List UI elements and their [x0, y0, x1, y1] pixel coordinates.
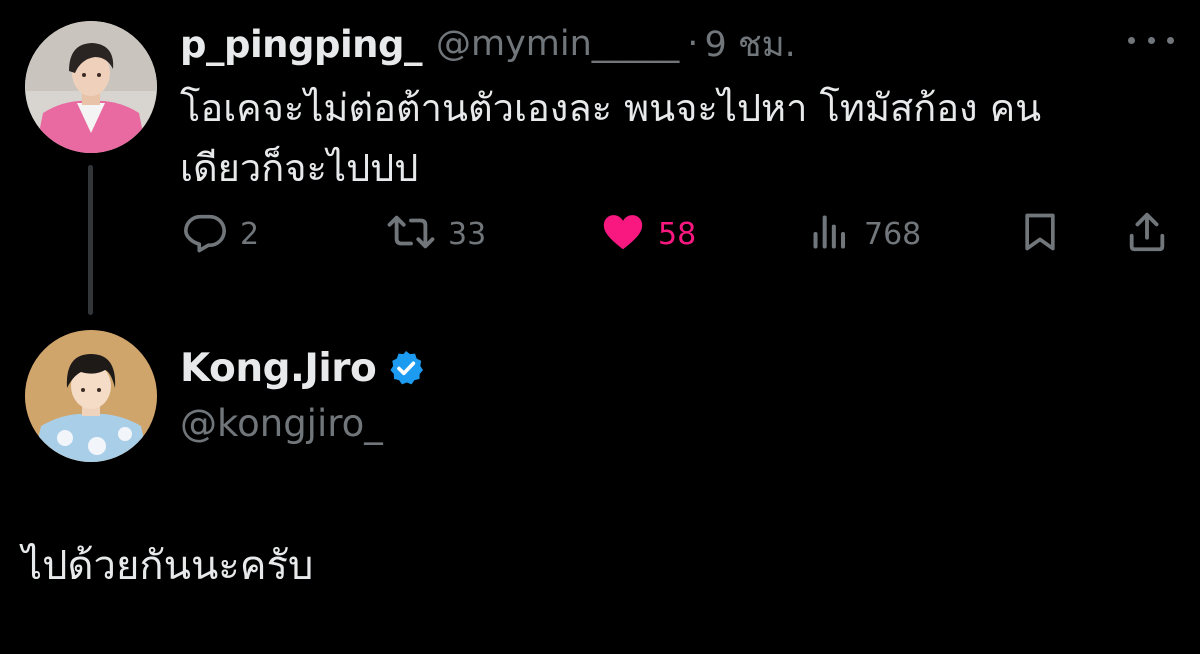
- more-dots-icon[interactable]: [1128, 28, 1174, 52]
- parent-handle[interactable]: @mymin_____: [436, 24, 679, 64]
- reply-display-name[interactable]: Kong.Jiro: [180, 346, 377, 391]
- bookmark-button[interactable]: [1018, 206, 1062, 262]
- views-button[interactable]: 768: [808, 206, 921, 262]
- views-bars-icon: [808, 209, 852, 259]
- avatar-p-pingping[interactable]: [25, 21, 157, 153]
- share-button[interactable]: [1124, 206, 1170, 262]
- parent-tweet-text: โอเคจะไม่ต่อต้านตัวเองละ พนจะไปหา โทมัสก…: [180, 78, 1140, 198]
- reply-button[interactable]: 2: [182, 206, 259, 262]
- parent-timestamp[interactable]: 9 ชม.: [704, 17, 795, 72]
- share-upload-icon: [1124, 209, 1170, 259]
- parent-display-name[interactable]: p_pingping_: [180, 23, 422, 66]
- heart-filled-icon: [600, 209, 646, 259]
- bookmark-icon: [1018, 209, 1062, 259]
- like-button[interactable]: 58: [600, 206, 696, 262]
- reply-tweet-header: Kong.Jiro: [180, 340, 426, 396]
- reply-tweet-text: ไปด้วยกันนะครับ: [22, 543, 314, 589]
- parent-text-line-1: โอเคจะไม่ต่อต้านตัวเองละ พนจะไปหา โทมัสก…: [180, 86, 1042, 130]
- avatar-kong-jiro[interactable]: [25, 330, 157, 462]
- like-count: 58: [658, 216, 697, 252]
- views-count: 768: [864, 216, 922, 252]
- parent-tweet-header: p_pingping_ @mymin_____ · 9 ชม.: [180, 18, 796, 70]
- header-separator: ·: [687, 24, 699, 64]
- retweet-count: 33: [448, 216, 487, 252]
- parent-text-line-2: เดียวก็จะไปปป: [180, 146, 419, 190]
- reply-handle[interactable]: @kongjiro_: [180, 402, 383, 445]
- reply-bubble-icon: [182, 209, 228, 259]
- retweet-icon: [386, 209, 436, 259]
- tweet-action-bar: 2 33 58 768: [0, 206, 1200, 262]
- reply-count: 2: [240, 216, 260, 252]
- retweet-button[interactable]: 33: [386, 206, 486, 262]
- verified-badge-icon[interactable]: [386, 348, 426, 388]
